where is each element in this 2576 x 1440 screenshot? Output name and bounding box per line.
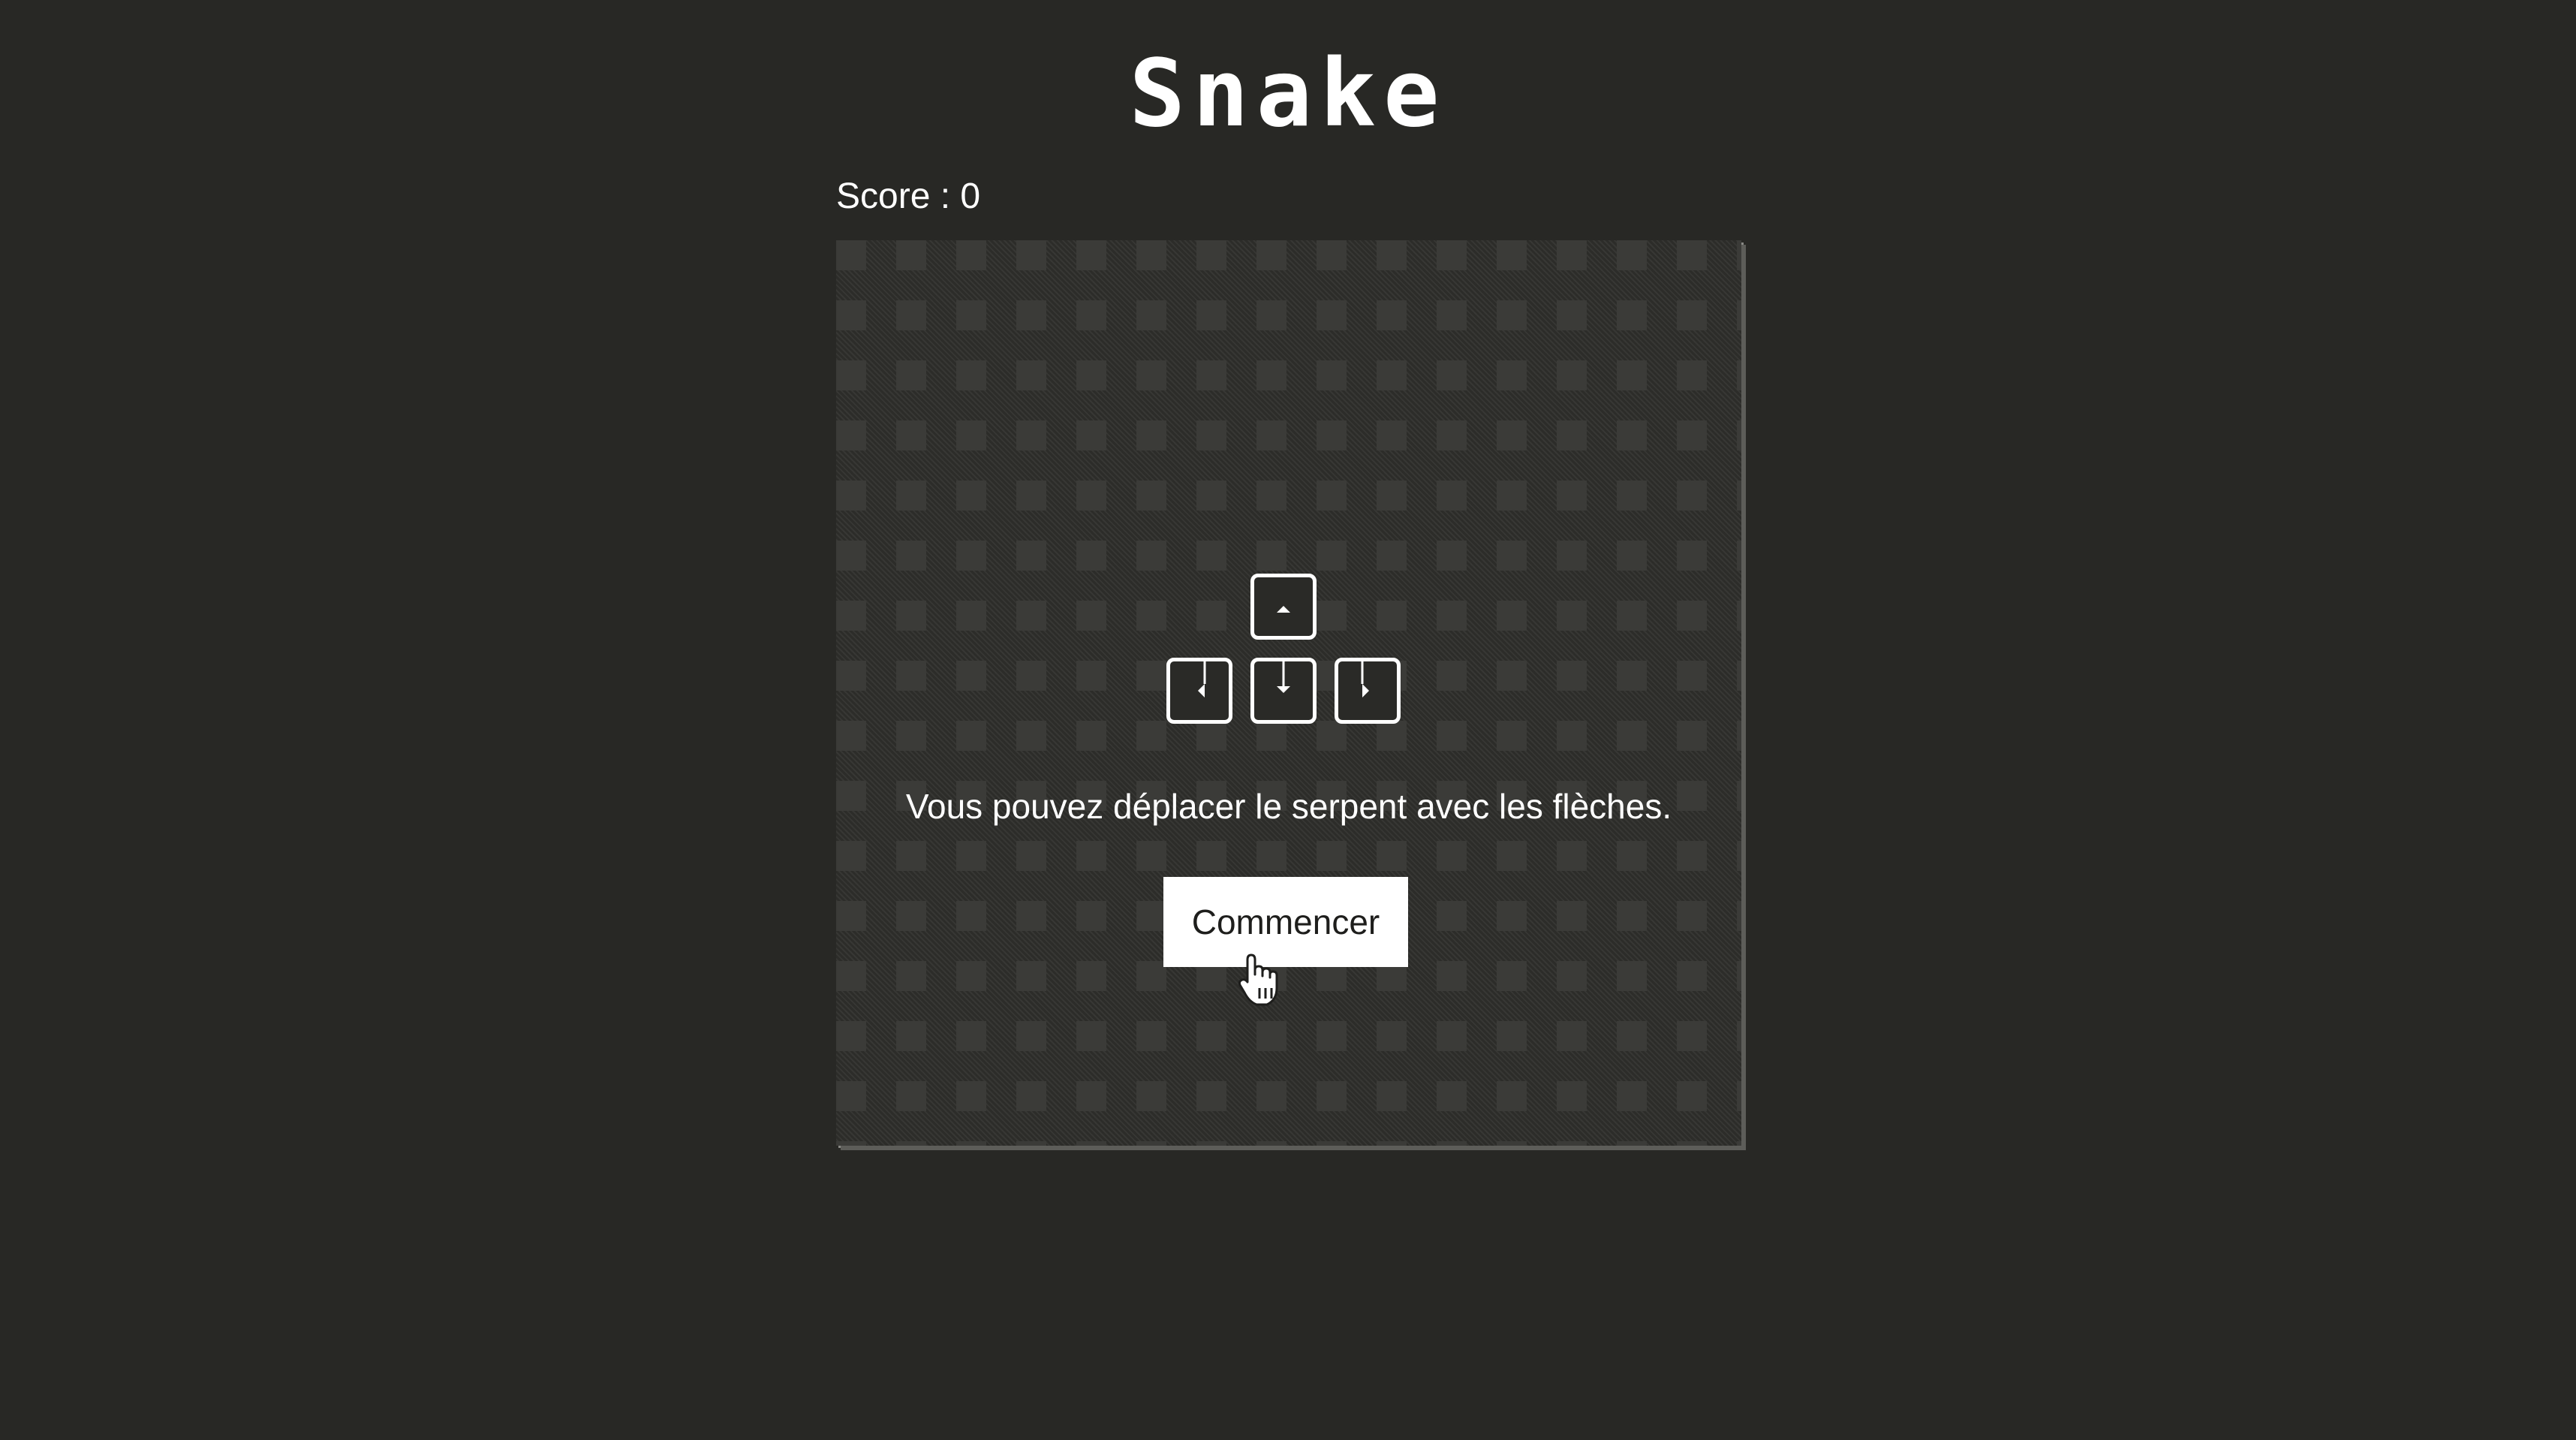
arrow-left-key-icon (1166, 658, 1232, 724)
start-button[interactable]: Commencer (1163, 877, 1408, 967)
hand-cursor-icon (1238, 953, 1278, 1006)
arrow-right-key-icon (1335, 658, 1401, 724)
game-board[interactable]: Vous pouvez déplacer le serpent avec les… (836, 240, 1741, 1146)
arrow-down-key-icon (1250, 658, 1317, 724)
instructions-text: Vous pouvez déplacer le serpent avec les… (905, 787, 1672, 826)
arrow-keys-hint (836, 240, 1741, 1146)
game-title: Snake (1129, 40, 1447, 148)
score-display: Score : 0 (836, 176, 981, 216)
arrow-up-key-icon (1250, 574, 1317, 640)
